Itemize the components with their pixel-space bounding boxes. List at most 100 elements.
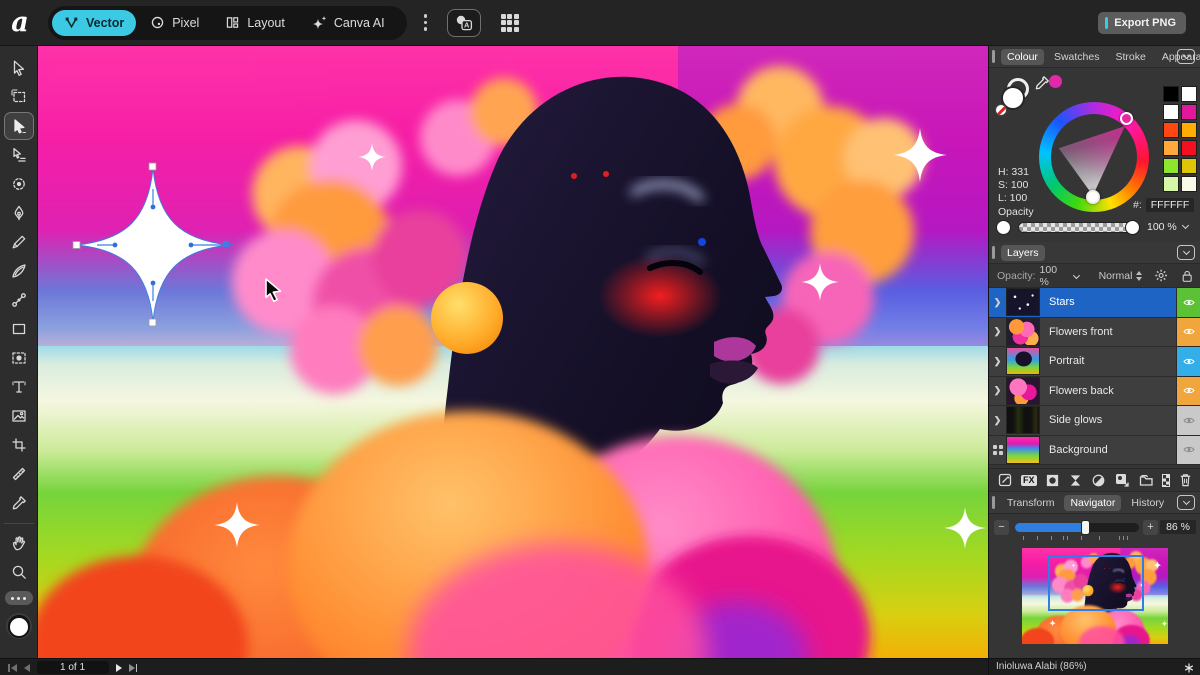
swatch[interactable]	[1163, 122, 1179, 138]
delete-layer-button[interactable]	[1178, 472, 1193, 488]
move-tool[interactable]	[4, 54, 34, 82]
layer-row-flowers-back[interactable]: ❯ Flowers back	[989, 377, 1200, 407]
layer-opacity-value[interactable]: 100 %	[1040, 264, 1068, 288]
contour-tool[interactable]	[4, 141, 34, 169]
group-layers-button[interactable]	[1138, 472, 1154, 488]
place-image-tool[interactable]	[4, 402, 34, 430]
adjustment-button[interactable]	[1068, 473, 1083, 488]
next-page-button[interactable]	[116, 664, 122, 672]
view-tool[interactable]	[4, 529, 34, 557]
persona-layout[interactable]: Layout	[213, 10, 297, 36]
opacity-value[interactable]: 100 %	[1147, 221, 1177, 233]
language-style-button[interactable]: A	[447, 9, 481, 37]
apps-grid-button[interactable]	[493, 9, 527, 37]
transparency-button[interactable]	[1162, 474, 1170, 487]
zoom-out-button[interactable]: −	[994, 520, 1009, 535]
colour-well[interactable]	[5, 613, 33, 641]
tab-transform[interactable]: Transform	[1001, 495, 1060, 511]
swatch[interactable]	[1163, 158, 1179, 174]
expand-chevron-icon[interactable]: ❯	[989, 385, 1006, 396]
layer-effects-button[interactable]: FX	[1021, 475, 1037, 486]
first-page-button[interactable]	[8, 664, 17, 672]
zoom-tool[interactable]	[4, 558, 34, 586]
tab-navigator[interactable]: Navigator	[1064, 495, 1121, 511]
insert-image-button[interactable]	[1114, 472, 1130, 488]
zoom-in-button[interactable]: +	[1143, 520, 1158, 535]
fill-stroke-selector[interactable]	[997, 78, 1035, 118]
layer-row-background[interactable]: Background	[989, 436, 1200, 466]
expand-chevron-icon[interactable]: ❯	[989, 326, 1006, 337]
panel-drag-handle[interactable]	[992, 50, 995, 63]
persona-pixel[interactable]: Pixel	[138, 10, 211, 36]
gear-icon[interactable]	[1154, 268, 1168, 283]
expand-chevron-icon[interactable]: ❯	[989, 297, 1006, 308]
swatch[interactable]	[1181, 104, 1197, 120]
swatch[interactable]	[1163, 140, 1179, 156]
swatch[interactable]	[1163, 104, 1179, 120]
panel-drag-handle[interactable]	[992, 496, 995, 509]
layer-visibility-toggle[interactable]	[1176, 318, 1200, 347]
opacity-full-swatch[interactable]	[996, 220, 1011, 235]
layer-visibility-toggle[interactable]	[1176, 436, 1200, 465]
opacity-slider-handle[interactable]	[1125, 220, 1140, 235]
corner-tool[interactable]	[4, 170, 34, 198]
rectangle-tool[interactable]	[4, 315, 34, 343]
expand-chevron-icon[interactable]: ❯	[989, 356, 1006, 367]
lock-icon[interactable]	[1181, 269, 1193, 283]
zoom-slider-handle[interactable]	[1081, 520, 1090, 535]
navigator-viewport-rect[interactable]	[1048, 555, 1144, 611]
panel-options-button[interactable]	[1177, 49, 1195, 64]
blend-mode-select[interactable]: Normal	[1099, 270, 1133, 282]
swatch[interactable]	[1181, 176, 1197, 192]
swatch[interactable]	[1181, 86, 1197, 102]
pen-tool[interactable]	[4, 199, 34, 227]
tab-stroke[interactable]: Stroke	[1109, 49, 1151, 65]
tab-colour[interactable]: Colour	[1001, 49, 1044, 65]
persona-vector[interactable]: Vector	[52, 10, 136, 36]
node-tool[interactable]	[4, 112, 34, 140]
hue-handle[interactable]	[1120, 112, 1133, 125]
more-tools-button[interactable]	[5, 591, 33, 605]
swatch[interactable]	[1181, 122, 1197, 138]
measure-tool[interactable]	[4, 460, 34, 488]
navigator-preview[interactable]	[1022, 548, 1168, 644]
tab-swatches[interactable]: Swatches	[1048, 49, 1106, 65]
blend-stepper-icon[interactable]	[1136, 271, 1142, 281]
swatch[interactable]	[1181, 140, 1197, 156]
layer-visibility-toggle[interactable]	[1176, 347, 1200, 376]
expand-chevron-icon[interactable]: ❯	[989, 415, 1006, 426]
panel-options-button[interactable]	[1177, 245, 1195, 260]
live-filter-button[interactable]	[1091, 473, 1106, 488]
zoom-percentage[interactable]: 86 %	[1160, 520, 1196, 534]
layer-visibility-toggle[interactable]	[1176, 377, 1200, 406]
vector-brush-tool[interactable]	[4, 257, 34, 285]
layer-visibility-toggle[interactable]	[1176, 288, 1200, 317]
layer-row-flowers-front[interactable]: ❯ Flowers front	[989, 318, 1200, 348]
pencil-tool[interactable]	[4, 228, 34, 256]
more-options-icon[interactable]	[417, 14, 435, 31]
last-page-button[interactable]	[129, 664, 138, 672]
layer-row-stars[interactable]: ❯ Stars	[989, 288, 1200, 318]
chevron-down-icon[interactable]	[1182, 222, 1189, 229]
panel-drag-handle[interactable]	[992, 246, 995, 259]
export-png-button[interactable]: Export PNG	[1098, 12, 1186, 34]
chevron-down-icon[interactable]	[1073, 272, 1080, 279]
vector-crop-tool[interactable]	[4, 431, 34, 459]
edit-layer-button[interactable]	[997, 472, 1013, 488]
shade-handle[interactable]	[1086, 190, 1100, 204]
mask-layer-button[interactable]	[1045, 473, 1060, 488]
fill-gradient-tool[interactable]	[4, 286, 34, 314]
opacity-slider[interactable]	[1018, 222, 1134, 233]
colour-picker-tool[interactable]	[4, 489, 34, 517]
zoom-slider[interactable]	[1015, 523, 1139, 532]
swatch[interactable]	[1181, 158, 1197, 174]
swatch[interactable]	[1163, 176, 1179, 192]
text-tool[interactable]	[4, 373, 34, 401]
persona-canva-ai[interactable]: Canva AI	[299, 10, 397, 36]
previous-page-button[interactable]	[24, 664, 30, 672]
shape-builder-tool[interactable]	[4, 344, 34, 372]
layer-visibility-toggle[interactable]	[1176, 406, 1200, 435]
tab-history[interactable]: History	[1125, 495, 1170, 511]
tab-layers[interactable]: Layers	[1001, 245, 1045, 261]
artboard-tool[interactable]	[4, 83, 34, 111]
